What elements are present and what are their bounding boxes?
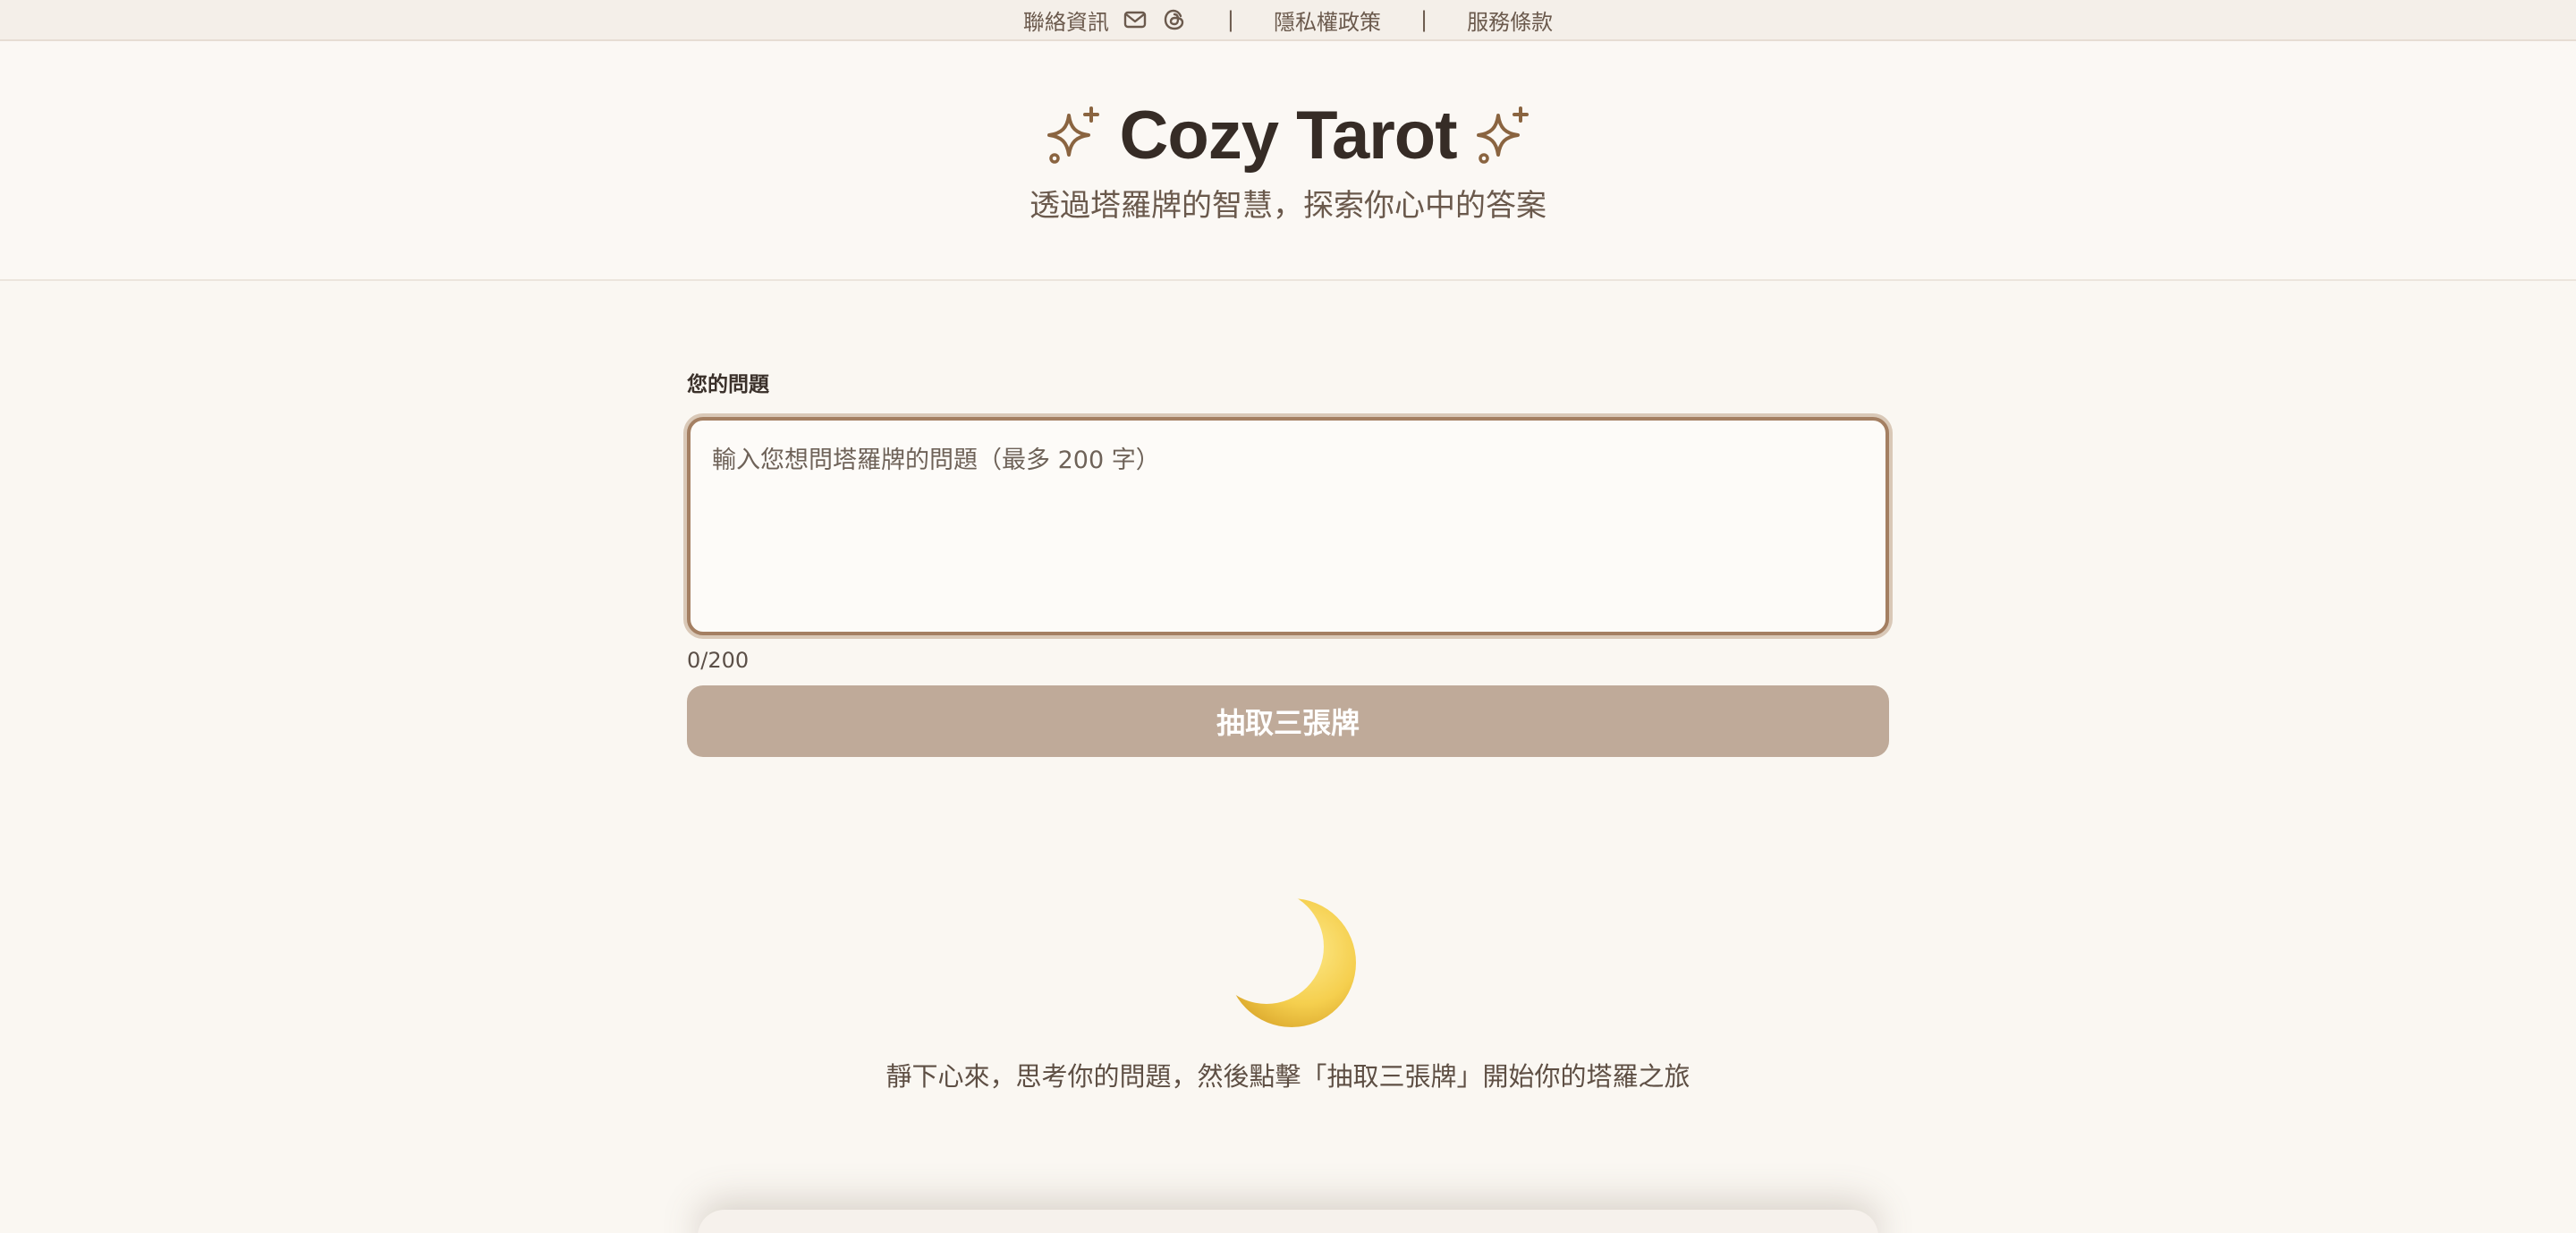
character-counter: 0/200 (687, 648, 750, 673)
nav-separator: | (1420, 7, 1428, 32)
empty-state-hint: 靜下心來，思考你的問題，然後點擊「抽取三張牌」開始你的塔羅之旅 (886, 1061, 1690, 1092)
top-nav-bar: 聯絡資訊 | 隱私權政策 | 服務條款 (0, 0, 2576, 41)
nav-separator: | (1226, 7, 1234, 32)
question-label: 您的問題 (687, 373, 769, 396)
site-header: Cozy Tarot 透過塔羅牌的智慧，探索你心中的答案 (0, 41, 2576, 281)
site-subtitle: 透過塔羅牌的智慧，探索你心中的答案 (1030, 188, 1546, 224)
question-form: 您的問題 0/200 抽取三張牌 (687, 367, 1889, 757)
mail-icon[interactable] (1122, 6, 1148, 33)
sparkle-icon (1047, 106, 1100, 164)
contact-link[interactable]: 聯絡資訊 (1023, 4, 1109, 36)
results-panel-edge (698, 1210, 1878, 1233)
sparkle-icon (1476, 106, 1529, 164)
crescent-moon-icon (1227, 898, 1356, 1027)
contact-group: 聯絡資訊 (1023, 4, 1188, 36)
title-row: Cozy Tarot (0, 97, 2576, 174)
question-input[interactable] (687, 417, 1889, 635)
privacy-policy-link[interactable]: 隱私權政策 (1274, 4, 1381, 36)
terms-of-service-link[interactable]: 服務條款 (1467, 4, 1553, 36)
threads-icon[interactable] (1161, 6, 1188, 33)
site-title: Cozy Tarot (1119, 98, 1457, 174)
draw-three-cards-button[interactable]: 抽取三張牌 (687, 685, 1889, 757)
